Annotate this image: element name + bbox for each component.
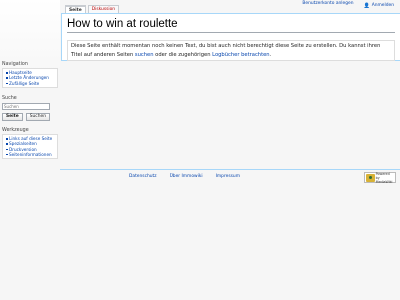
footer-link-imprint[interactable]: Impressum	[216, 174, 240, 179]
create-account-link[interactable]: Benutzerkonto anlegen	[302, 1, 353, 10]
page-title: How to win at roulette	[67, 17, 395, 33]
footer-link-privacy[interactable]: Datenschutz	[129, 174, 157, 179]
search-input[interactable]	[2, 103, 50, 110]
powered-by-text: Powered by MediaWiki	[375, 171, 393, 184]
search-form: Seite Suchen	[2, 103, 58, 121]
tools-body: Links auf diese Seite Spezialseiten Druc…	[2, 134, 58, 160]
login-label[interactable]: Anmelden	[372, 3, 394, 8]
powered-by-mediawiki-badge[interactable]: Powered by MediaWiki	[364, 171, 396, 184]
notice-text-2: oder die zugehörigen	[153, 51, 213, 58]
navigation-heading: Navigation	[2, 62, 28, 67]
tab-page[interactable]: Seite	[65, 5, 86, 13]
content-area: How to win at roulette Diese Seite enthä…	[61, 13, 400, 61]
go-button[interactable]: Seite	[2, 113, 23, 121]
tab-discussion[interactable]: Diskussion	[87, 5, 120, 13]
tools-portal: Werkzeuge Links auf diese Seite Spezials…	[2, 128, 58, 160]
personal-tools: Benutzerkonto anlegen 👤 Anmelden	[302, 0, 400, 10]
logs-link[interactable]: Logbücher betrachten	[212, 52, 269, 58]
tools-heading: Werkzeuge	[2, 128, 29, 133]
mediawiki-logo-icon	[366, 173, 375, 182]
sidebar-item-random-page[interactable]: Zufällige Seite	[5, 81, 55, 86]
notice-text-3: .	[269, 51, 272, 58]
search-link[interactable]: suchen	[135, 52, 154, 58]
search-heading: Suche	[2, 96, 17, 101]
no-text-notice: Diese Seite enthält momentan noch keinen…	[67, 40, 395, 61]
footer-link-about[interactable]: Über Immowiki	[170, 174, 203, 179]
search-button[interactable]: Suchen	[25, 113, 50, 121]
footer: Datenschutz Über Immowiki Impressum Powe…	[60, 169, 400, 187]
user-icon: 👤	[363, 2, 370, 9]
page-tabs: Seite Diskussion	[65, 5, 120, 13]
search-portal: Suche Seite Suchen	[2, 96, 58, 121]
footer-links: Datenschutz Über Immowiki Impressum	[129, 174, 240, 179]
login-link[interactable]: 👤 Anmelden	[364, 1, 395, 10]
sidebar-item-page-information[interactable]: Seiteninformationen	[5, 152, 55, 157]
navigation-body: Hauptseite Letzte Änderungen Zufällige S…	[2, 68, 58, 88]
navigation-portal: Navigation Hauptseite Letzte Änderungen …	[2, 62, 58, 88]
